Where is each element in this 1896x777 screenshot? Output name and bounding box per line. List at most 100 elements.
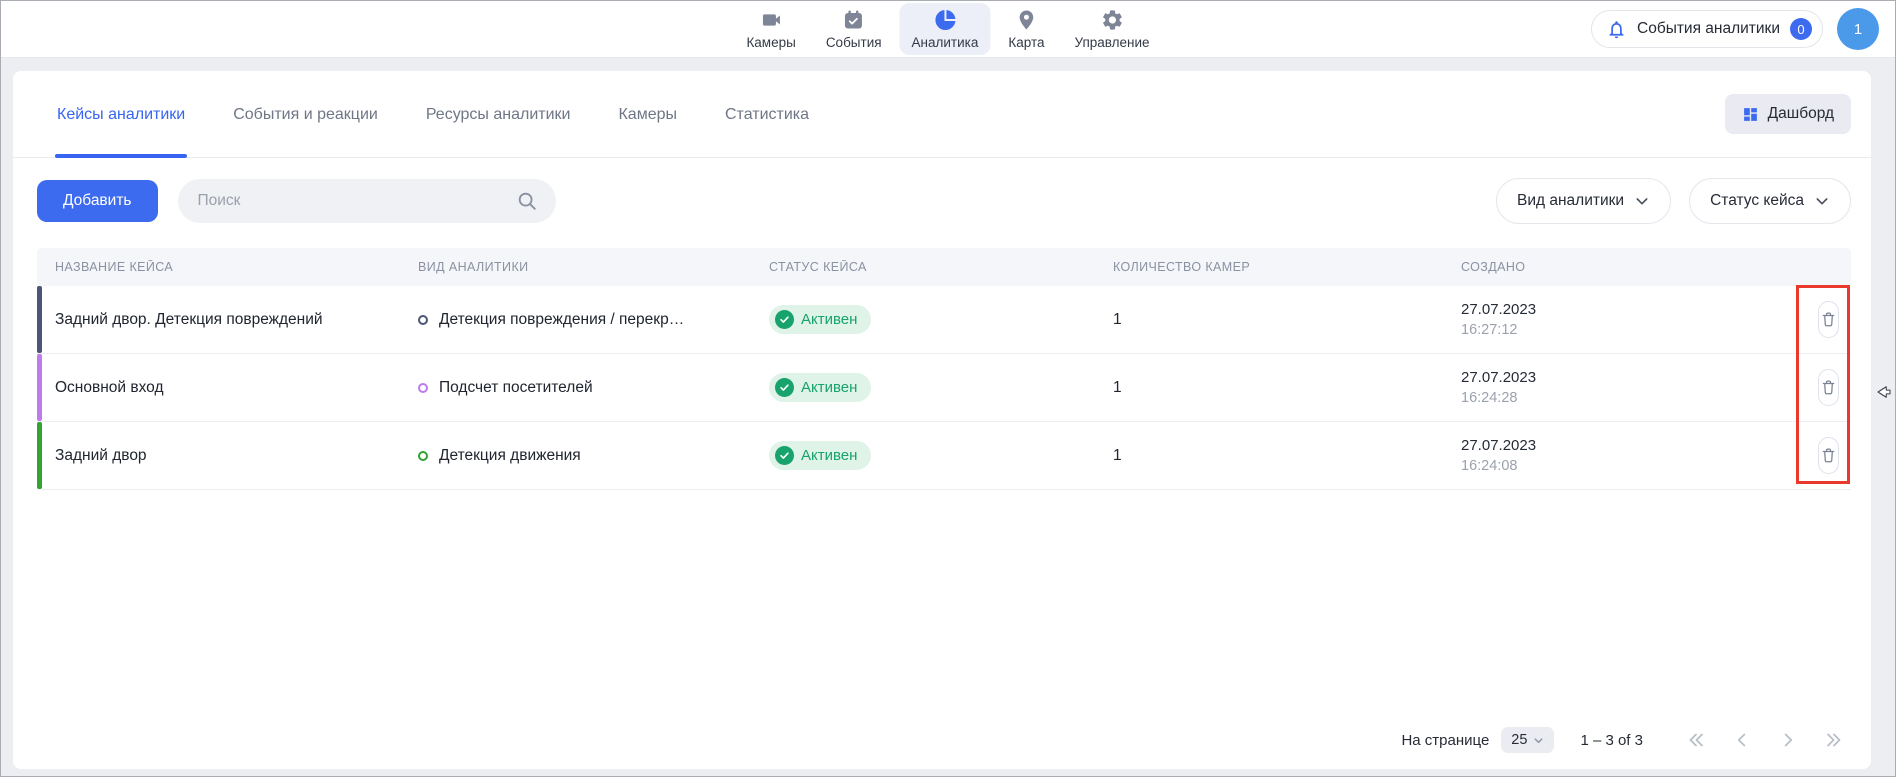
- chevron-down-icon: [1634, 193, 1650, 209]
- table-row[interactable]: Основной вход Подсчет посетителей Активе…: [37, 354, 1851, 422]
- status-badge-label: Активен: [801, 447, 857, 464]
- status-badge-label: Активен: [801, 311, 857, 328]
- delete-case-button[interactable]: [1818, 437, 1839, 474]
- check-icon: [775, 378, 794, 397]
- double-chevron-right-icon: [1823, 729, 1845, 751]
- pagination-range: 1 – 3 of 3: [1580, 732, 1643, 749]
- analytics-type-filter-label: Вид аналитики: [1517, 192, 1624, 210]
- dashboard-grid-icon: [1742, 106, 1759, 123]
- nav-item-label: Аналитика: [912, 35, 979, 50]
- case-name: Задний двор: [37, 447, 400, 465]
- dashboard-button[interactable]: Дашборд: [1725, 94, 1851, 134]
- nav-item-events[interactable]: События: [814, 3, 894, 55]
- check-icon: [775, 310, 794, 329]
- nav-item-analytics[interactable]: Аналитика: [900, 3, 991, 55]
- analytics-type-dot: [418, 451, 428, 461]
- status-badge: Активен: [769, 305, 871, 334]
- per-page-value: 25: [1511, 732, 1527, 748]
- case-status-filter[interactable]: Статус кейса: [1689, 178, 1851, 224]
- chevron-left-icon: [1731, 729, 1753, 751]
- tab-events-reactions[interactable]: События и реакции: [231, 73, 380, 156]
- last-page-button[interactable]: [1823, 729, 1845, 751]
- first-page-button[interactable]: [1685, 729, 1707, 751]
- analytics-type-cell: Детекция движения: [400, 447, 751, 465]
- trash-icon: [1819, 378, 1838, 397]
- topbar: Камеры События Аналитика Карта Управлени…: [1, 1, 1895, 58]
- check-icon: [775, 446, 794, 465]
- delete-case-button[interactable]: [1818, 369, 1839, 406]
- pie-chart-icon: [933, 8, 957, 32]
- prev-page-button[interactable]: [1731, 729, 1753, 751]
- pager-buttons: [1685, 729, 1845, 751]
- created-date: 27.07.2023: [1461, 300, 1807, 320]
- analytics-type-label: Детекция движения: [439, 447, 581, 465]
- per-page-select[interactable]: 25: [1501, 727, 1554, 753]
- created-cell: 27.07.2023 16:24:28: [1443, 368, 1807, 408]
- analytics-events-label: События аналитики: [1637, 20, 1780, 38]
- camera-count: 1: [1095, 379, 1443, 397]
- chevron-down-icon: [1533, 735, 1544, 746]
- next-page-button[interactable]: [1777, 729, 1799, 751]
- case-status-cell: Активен: [751, 441, 1095, 470]
- case-status-cell: Активен: [751, 373, 1095, 402]
- camera-count: 1: [1095, 311, 1443, 329]
- delete-case-button[interactable]: [1818, 301, 1839, 338]
- row-accent-bar: [37, 422, 42, 489]
- row-actions: [1807, 369, 1851, 406]
- row-actions: [1807, 437, 1851, 474]
- dashboard-button-label: Дашборд: [1768, 105, 1834, 123]
- map-pin-icon: [1014, 8, 1038, 32]
- search-icon[interactable]: [516, 190, 538, 212]
- pagination: На странице 25 1 – 3 of 3: [13, 711, 1871, 769]
- analytics-type-cell: Детекция повреждения / перекр…: [400, 311, 751, 329]
- main-navigation: Камеры События Аналитика Карта Управлени…: [734, 1, 1161, 57]
- search-input[interactable]: [178, 179, 556, 223]
- analytics-type-label: Подсчет посетителей: [439, 379, 593, 397]
- created-cell: 27.07.2023 16:24:08: [1443, 436, 1807, 476]
- case-name: Задний двор. Детекция повреждений: [37, 311, 400, 329]
- analytics-type-cell: Подсчет посетителей: [400, 379, 751, 397]
- nav-item-map[interactable]: Карта: [996, 3, 1056, 55]
- created-time: 16:27:12: [1461, 320, 1807, 340]
- created-date: 27.07.2023: [1461, 368, 1807, 388]
- created-cell: 27.07.2023 16:27:12: [1443, 300, 1807, 340]
- avatar[interactable]: 1: [1837, 8, 1879, 50]
- created-time: 16:24:08: [1461, 456, 1807, 476]
- case-name: Основной вход: [37, 379, 400, 397]
- topbar-right: События аналитики 0 1: [1591, 1, 1879, 57]
- table-row[interactable]: Задний двор Детекция движения Активен 1 …: [37, 422, 1851, 490]
- table-row[interactable]: Задний двор. Детекция повреждений Детекц…: [37, 286, 1851, 354]
- tab-cameras[interactable]: Камеры: [616, 73, 679, 156]
- col-header-analytics-type: ВИД АНАЛИТИКИ: [400, 260, 751, 274]
- trash-icon: [1819, 446, 1838, 465]
- double-chevron-left-icon: [1685, 729, 1707, 751]
- per-page-control: На странице 25: [1401, 727, 1554, 753]
- case-status-cell: Активен: [751, 305, 1095, 334]
- col-header-created: СОЗДАНО: [1443, 260, 1807, 274]
- gear-icon: [1100, 8, 1124, 32]
- analytics-type-dot: [418, 315, 428, 325]
- add-button[interactable]: Добавить: [37, 180, 158, 222]
- chevron-right-icon: [1777, 729, 1799, 751]
- nav-item-management[interactable]: Управление: [1063, 3, 1162, 55]
- search-box: [178, 179, 556, 223]
- tab-analytics-resources[interactable]: Ресурсы аналитики: [424, 73, 573, 156]
- nav-item-cameras[interactable]: Камеры: [734, 3, 807, 55]
- table-empty-area: [13, 490, 1871, 711]
- row-actions: [1807, 301, 1851, 338]
- analytics-type-filter[interactable]: Вид аналитики: [1496, 178, 1671, 224]
- tab-statistics[interactable]: Статистика: [723, 73, 811, 156]
- chevron-down-icon: [1814, 193, 1830, 209]
- camera-icon: [759, 8, 783, 32]
- filters: Вид аналитики Статус кейса: [1496, 178, 1851, 224]
- nav-item-label: Карта: [1008, 35, 1044, 50]
- tab-analytics-cases[interactable]: Кейсы аналитики: [55, 73, 187, 156]
- analytics-events-button[interactable]: События аналитики 0: [1591, 10, 1823, 48]
- created-date: 27.07.2023: [1461, 436, 1807, 456]
- created-time: 16:24:28: [1461, 388, 1807, 408]
- calendar-check-icon: [842, 8, 866, 32]
- case-status-filter-label: Статус кейса: [1710, 192, 1804, 210]
- content-card: Кейсы аналитики События и реакции Ресурс…: [13, 71, 1871, 769]
- mouse-cursor: [1875, 383, 1893, 401]
- table-body: Задний двор. Детекция повреждений Детекц…: [37, 286, 1851, 490]
